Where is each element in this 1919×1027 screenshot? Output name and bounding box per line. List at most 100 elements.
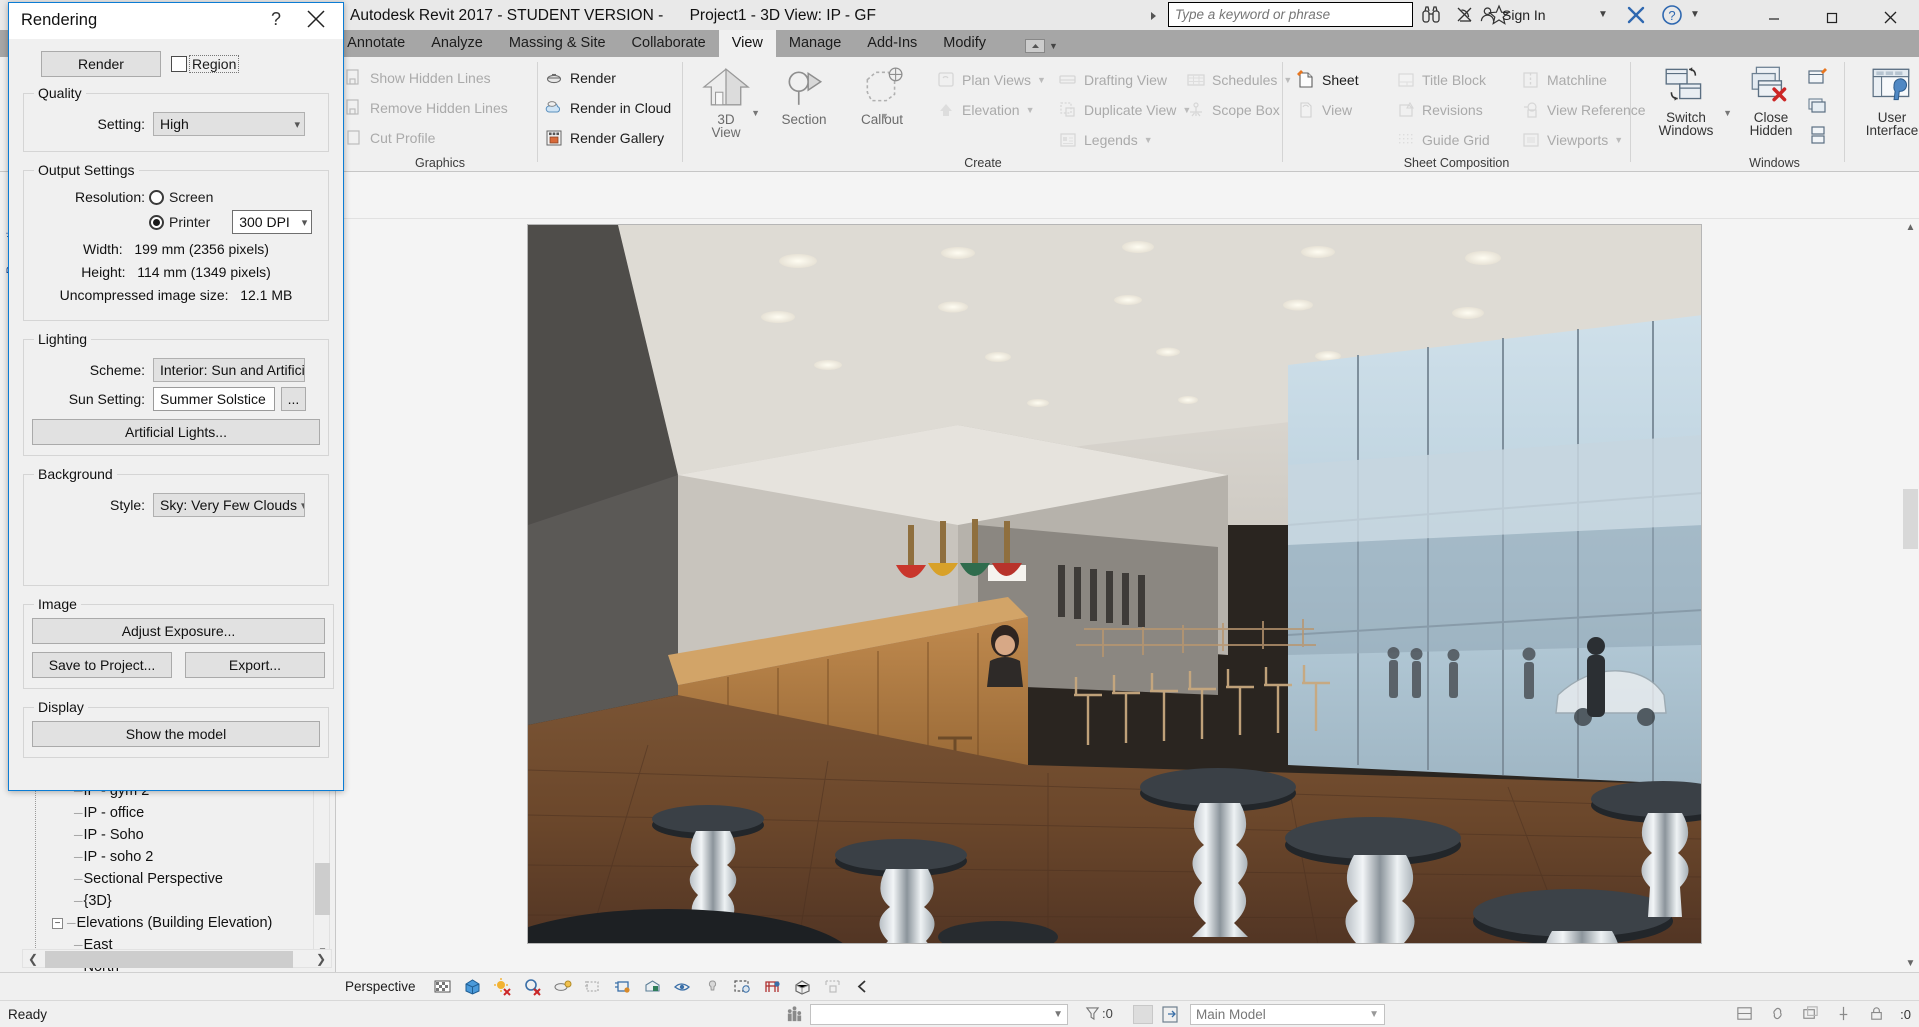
printer-radio[interactable] (149, 214, 164, 230)
screen-radio-label[interactable]: Screen (169, 189, 213, 205)
editing-request-button[interactable] (1160, 1005, 1182, 1024)
drawing-canvas[interactable]: ▲ ▼ (337, 172, 1919, 972)
background-style-combo[interactable]: Sky: Very Few Clouds ▾ (153, 493, 305, 517)
scope-box-label[interactable]: Scope Box (1212, 102, 1280, 118)
chevron-down-icon[interactable]: ▾ (298, 216, 308, 229)
view-scale-label[interactable]: Perspective (345, 979, 416, 994)
remove-hidden-lines-label[interactable]: Remove Hidden Lines (370, 100, 508, 116)
matchline-label[interactable]: Matchline (1547, 72, 1607, 88)
rendered-view-image[interactable] (527, 224, 1702, 944)
switch-windows-caret-icon[interactable]: ▼ (1723, 108, 1732, 118)
browser-scroll-right-icon[interactable]: ❯ (311, 950, 331, 967)
schedules-label[interactable]: Schedules (1212, 72, 1277, 88)
tab-add-ins[interactable]: Add-Ins (854, 30, 930, 57)
tab-manage[interactable]: Manage (776, 30, 854, 57)
show-hidden-lines-label[interactable]: Show Hidden Lines (370, 70, 491, 86)
ribbon-minimize-caret-icon[interactable]: ▼ (1049, 41, 1058, 51)
show-analytical-model-icon[interactable] (763, 977, 782, 996)
temporary-hide-isolate-icon[interactable] (673, 977, 692, 996)
elevation-caret-icon[interactable]: ▼ (1026, 105, 1035, 115)
revisions-label[interactable]: Revisions (1422, 102, 1483, 118)
binoculars-icon[interactable] (1420, 4, 1442, 26)
drafting-view-label[interactable]: Drafting View (1084, 72, 1167, 88)
quick-access-expand-icon[interactable] (1148, 10, 1162, 24)
viewports-caret-icon[interactable]: ▼ (1614, 135, 1623, 145)
elevation-label[interactable]: Elevation (962, 102, 1020, 118)
satellite-dish-icon[interactable] (1454, 4, 1476, 26)
tile-windows-icon[interactable] (1807, 125, 1829, 148)
duplicate-view-label[interactable]: Duplicate View (1084, 102, 1176, 118)
chevron-down-icon[interactable]: ▾ (297, 499, 304, 512)
printer-radio-label[interactable]: Printer (169, 214, 210, 230)
legends-label[interactable]: Legends (1084, 132, 1138, 148)
adjust-exposure-button[interactable]: Adjust Exposure... (32, 618, 325, 644)
browser-hscroll-thumb[interactable] (45, 951, 293, 968)
render-in-cloud-label[interactable]: Render in Cloud (570, 100, 671, 116)
rendering-dialog-icon[interactable] (553, 977, 572, 996)
exchange-apps-icon[interactable] (1625, 4, 1647, 26)
chevron-down-icon[interactable]: ▾ (290, 118, 300, 131)
canvas-scroll-down-icon[interactable]: ▼ (1902, 955, 1919, 972)
collapse-icon[interactable] (853, 977, 872, 996)
tab-annotate[interactable]: Annotate (334, 30, 418, 57)
selection-lock-icon[interactable] (1867, 1004, 1887, 1024)
view-label[interactable]: View (1322, 102, 1352, 118)
render-label[interactable]: Render (570, 70, 616, 86)
canvas-vertical-scrollbar[interactable]: ▲ ▼ (1902, 219, 1919, 972)
plan-views-caret-icon[interactable]: ▼ (1037, 75, 1046, 85)
region-checkbox[interactable] (171, 56, 187, 72)
user-interface-button[interactable]: User Interface ▼ (1854, 63, 1919, 138)
region-checkbox-wrap[interactable]: Region (171, 55, 240, 73)
sun-setting-browse-button[interactable]: ... (281, 387, 306, 411)
close-hidden-button[interactable]: Close Hidden (1738, 63, 1804, 138)
unlocked-3d-view-icon[interactable] (643, 977, 662, 996)
tree-item-ip-office[interactable]: ─ IP - office (44, 802, 304, 824)
search-input[interactable] (1169, 3, 1412, 26)
create-callout-button[interactable]: Callout ▼ (850, 65, 914, 127)
select-links-icon[interactable] (1768, 1004, 1788, 1024)
plan-views-label[interactable]: Plan Views (962, 72, 1031, 88)
viewports-label[interactable]: Viewports (1547, 132, 1608, 148)
tree-collapse-icon[interactable]: − (52, 917, 63, 929)
dialog-close-icon[interactable] (305, 8, 327, 30)
tab-analyze[interactable]: Analyze (418, 30, 496, 57)
sign-in-button[interactable]: Sign In (1478, 5, 1546, 24)
browser-scroll-thumb[interactable] (315, 863, 330, 915)
ribbon-minimize-control[interactable]: ▼ (1025, 39, 1058, 57)
save-to-project-button[interactable]: Save to Project... (32, 652, 172, 678)
cut-profile-label[interactable]: Cut Profile (370, 130, 435, 146)
create-callout-caret-icon[interactable]: ▼ (880, 111, 889, 121)
worksets-button[interactable] (1133, 1005, 1153, 1024)
new-window-icon[interactable] (1807, 67, 1829, 90)
quality-setting-combo[interactable]: High ▾ (153, 112, 305, 136)
crop-region-visible-icon[interactable] (613, 977, 632, 996)
tab-massing-and-site[interactable]: Massing & Site (496, 30, 619, 57)
legends-caret-icon[interactable]: ▼ (1144, 135, 1153, 145)
dpi-combo[interactable]: 300 DPI ▾ (232, 210, 313, 234)
ribbon-minimize-icon[interactable] (1025, 39, 1045, 53)
switch-windows-button[interactable]: Switch Windows ▼ (1648, 63, 1732, 138)
search-box[interactable] (1168, 2, 1413, 27)
tab-collaborate[interactable]: Collaborate (619, 30, 719, 57)
select-pinned-icon[interactable] (1834, 1004, 1854, 1024)
design-options-caret-icon[interactable]: ▼ (1053, 1009, 1063, 1020)
help-icon[interactable]: ? (1660, 3, 1684, 27)
screen-radio[interactable] (149, 189, 164, 205)
export-button[interactable]: Export... (185, 652, 325, 678)
shadows-off-icon[interactable] (523, 977, 542, 996)
create-3d-view-caret-icon[interactable]: ▼ (751, 108, 760, 118)
sun-path-off-icon[interactable] (493, 977, 512, 996)
dialog-help-icon[interactable]: ? (271, 9, 281, 30)
cascade-windows-icon[interactable] (1807, 96, 1829, 119)
guide-grid-label[interactable]: Guide Grid (1422, 132, 1490, 148)
worksets-combo[interactable]: Main Model ▼ (1190, 1004, 1385, 1025)
scheme-combo[interactable]: Interior: Sun and Artificia ▾ (153, 358, 305, 382)
title-block-label[interactable]: Title Block (1422, 72, 1486, 88)
tree-item-ip-soho[interactable]: ─ IP - Soho (44, 824, 304, 846)
crop-view-icon[interactable] (583, 977, 602, 996)
browser-horizontal-scrollbar[interactable]: ❮ ❯ (22, 949, 332, 968)
tree-item-3d[interactable]: ─ {3D} (44, 890, 304, 912)
rendering-dialog[interactable]: Rendering ? Render Region Quality Settin… (8, 2, 344, 791)
create-3d-view-button[interactable]: 3D View ▼ (694, 65, 760, 140)
region-checkbox-label[interactable]: Region (189, 55, 240, 73)
